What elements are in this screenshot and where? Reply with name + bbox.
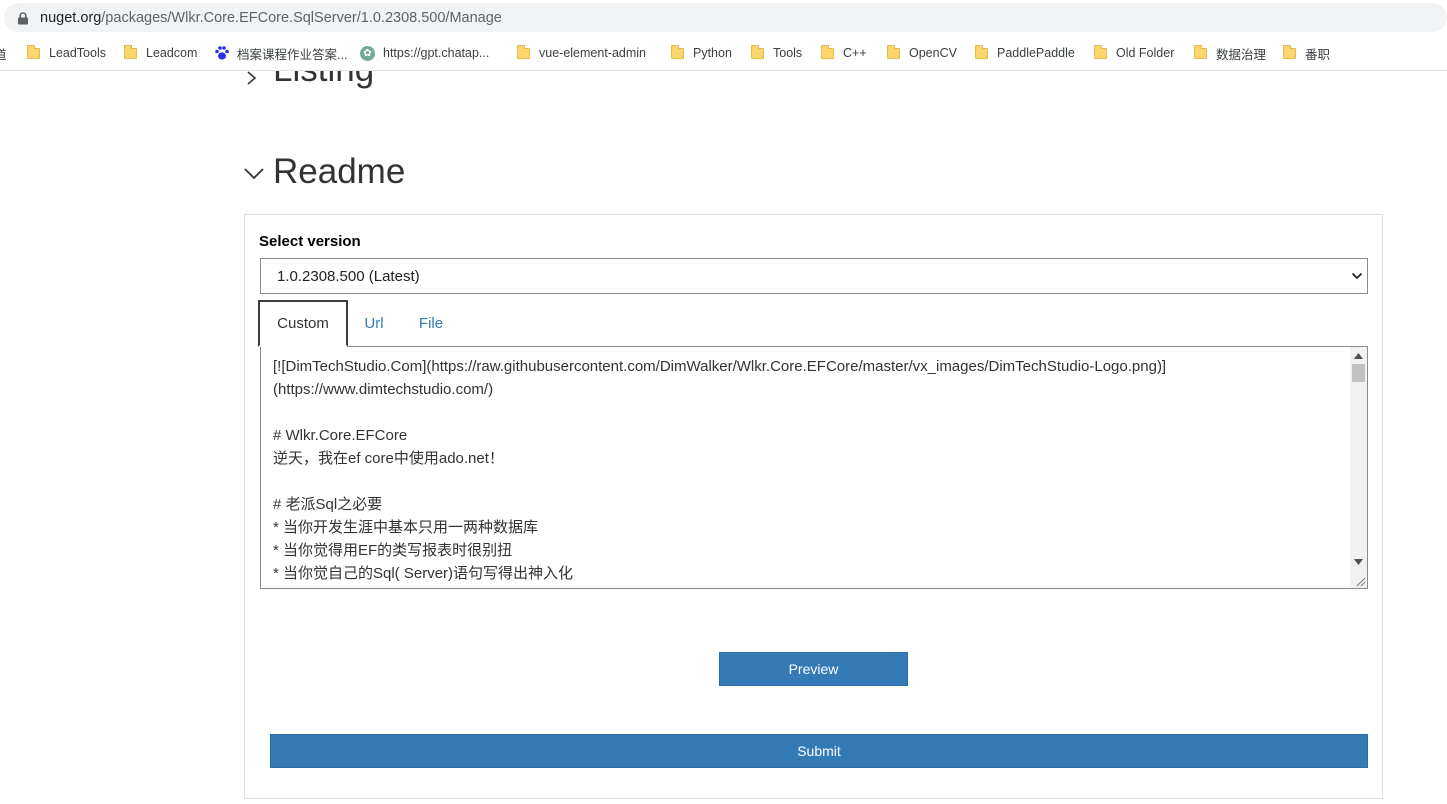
bookmark-label: LeadTools bbox=[49, 46, 106, 60]
scrollbar-thumb[interactable] bbox=[1352, 364, 1365, 382]
tab-custom[interactable]: Custom bbox=[258, 300, 348, 347]
bookmark-label: Old Folder bbox=[1116, 46, 1175, 60]
tab-url[interactable]: Url bbox=[354, 300, 394, 347]
url-host: nuget.org bbox=[40, 10, 102, 26]
bookmark-label: Python bbox=[693, 46, 732, 60]
vertical-scrollbar[interactable] bbox=[1350, 347, 1367, 588]
bookmark-label: 档案课程作业答案... bbox=[237, 47, 348, 62]
bookmark-leadtools[interactable]: LeadTools bbox=[27, 44, 106, 62]
bookmark-leadcom[interactable]: Leadcom bbox=[124, 44, 197, 62]
bookmark-paddlepaddle[interactable]: PaddlePaddle bbox=[975, 44, 1075, 62]
select-version-label: Select version bbox=[259, 233, 361, 250]
bookmark-label: 数据治理 bbox=[1216, 47, 1267, 62]
folder-icon bbox=[887, 44, 900, 59]
folder-icon bbox=[1283, 44, 1296, 59]
version-select-value: 1.0.2308.500 (Latest) bbox=[277, 268, 420, 285]
paw-icon bbox=[215, 46, 229, 60]
bookmark-label: PaddlePaddle bbox=[997, 46, 1075, 60]
folder-icon bbox=[821, 44, 834, 59]
bookmark-gpt[interactable]: ✿ https://gpt.chatap... bbox=[360, 44, 489, 62]
bookmark-label: Tools bbox=[773, 46, 803, 60]
folder-icon bbox=[27, 44, 40, 59]
version-select[interactable]: 1.0.2308.500 (Latest) bbox=[260, 258, 1368, 294]
readme-textarea[interactable]: [![DimTechStudio.Com](https://raw.github… bbox=[260, 346, 1368, 589]
address-bar: nuget.org/packages/Wlkr.Core.EFCore.SqlS… bbox=[0, 0, 1447, 36]
bookmark-data-governance[interactable]: 数据治理 bbox=[1194, 44, 1266, 62]
bookmark-cpp[interactable]: C++ bbox=[821, 44, 867, 62]
bookmark-python[interactable]: Python bbox=[671, 44, 732, 62]
folder-icon bbox=[671, 44, 684, 59]
bookmark-vue-element-admin[interactable]: vue-element-admin bbox=[517, 44, 646, 62]
bookmark-tools[interactable]: Tools bbox=[751, 44, 802, 62]
folder-icon bbox=[124, 44, 137, 59]
scroll-down-arrow-icon[interactable] bbox=[1354, 559, 1363, 565]
folder-icon bbox=[1094, 44, 1107, 59]
bookmark-panyu[interactable]: 番职 bbox=[1283, 44, 1330, 62]
chevron-down-icon bbox=[1351, 272, 1363, 280]
bookmarks-bar: 道 LeadTools Leadcom 档案课程作业答案... ✿ https:… bbox=[0, 36, 1447, 71]
submit-button[interactable]: Submit bbox=[270, 734, 1368, 768]
bookmark-opencv[interactable]: OpenCV bbox=[887, 44, 957, 62]
chevron-right-icon[interactable] bbox=[244, 71, 260, 86]
folder-icon bbox=[975, 44, 988, 59]
tab-file[interactable]: File bbox=[407, 300, 455, 347]
folder-icon bbox=[751, 44, 764, 59]
scroll-up-arrow-icon[interactable] bbox=[1354, 353, 1363, 359]
lock-icon[interactable] bbox=[17, 12, 29, 25]
readme-textarea-content: [![DimTechStudio.Com](https://raw.github… bbox=[273, 358, 1167, 582]
readme-section-heading[interactable]: Readme bbox=[273, 152, 405, 192]
listing-section-heading[interactable]: Listing bbox=[273, 71, 374, 90]
gpt-icon: ✿ bbox=[360, 45, 375, 61]
bookmark-truncated[interactable]: 道 bbox=[0, 44, 7, 63]
bookmark-label: C++ bbox=[843, 46, 867, 60]
bookmark-label: https://gpt.chatap... bbox=[383, 46, 490, 60]
bookmark-label: vue-element-admin bbox=[539, 46, 646, 60]
bookmark-label: Leadcom bbox=[146, 46, 198, 60]
chevron-down-icon[interactable] bbox=[244, 163, 264, 183]
folder-icon bbox=[517, 44, 530, 59]
resize-grip-icon[interactable] bbox=[1354, 575, 1366, 587]
preview-button[interactable]: Preview bbox=[719, 652, 908, 686]
url-text[interactable]: nuget.org/packages/Wlkr.Core.EFCore.SqlS… bbox=[40, 10, 502, 26]
bookmark-label: OpenCV bbox=[909, 46, 957, 60]
url-field[interactable]: nuget.org/packages/Wlkr.Core.EFCore.SqlS… bbox=[4, 3, 1447, 32]
bookmark-archive-course[interactable]: 档案课程作业答案... bbox=[214, 44, 347, 62]
bookmark-label: 番职 bbox=[1305, 47, 1331, 62]
bookmark-old-folder[interactable]: Old Folder bbox=[1094, 44, 1174, 62]
folder-icon bbox=[1194, 44, 1207, 59]
url-path: /packages/Wlkr.Core.EFCore.SqlServer/1.0… bbox=[101, 10, 502, 26]
